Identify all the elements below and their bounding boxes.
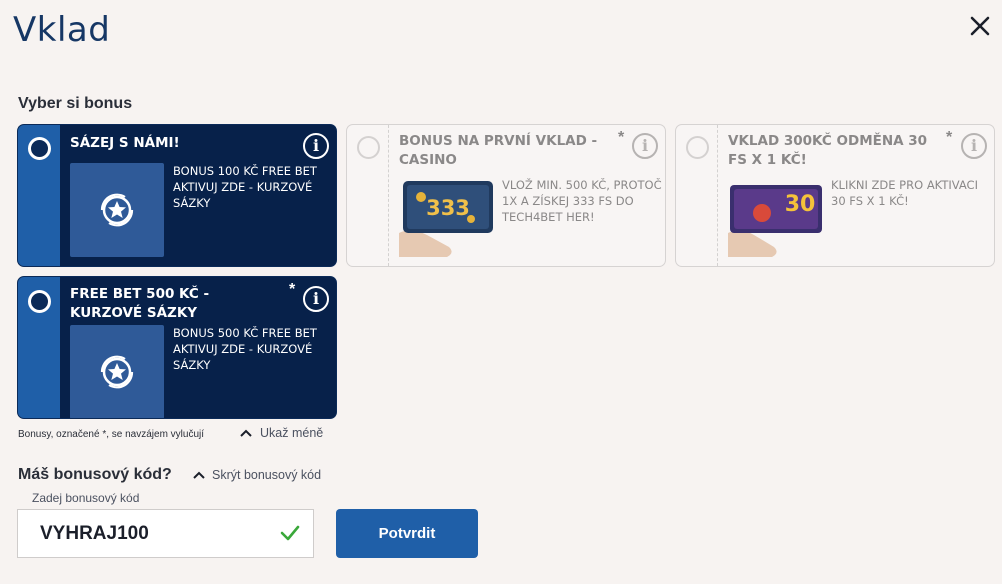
checkmark-icon (280, 525, 300, 541)
bonus-card-description: BONUS 500 KČ FREE BET AKTIVUJ ZDE - KURZ… (173, 326, 317, 372)
dialog-title: Vklad (13, 10, 111, 50)
info-icon[interactable]: i (303, 286, 329, 312)
bonus-code-heading: Máš bonusový kód? (18, 466, 172, 483)
bonus-section-label: Vyber si bonus (18, 95, 133, 112)
bonus-card-title: BONUS NA PRVNÍ VKLAD - CASINO (399, 133, 598, 168)
bonus-card-description: BONUS 100 KČ FREE BET AKTIVUJ ZDE - KURZ… (173, 164, 317, 210)
exclusive-mark: * (618, 129, 625, 146)
hide-bonus-code-label: Skrýt bonusový kód (212, 468, 322, 482)
bonus-image (70, 163, 164, 257)
slots-promo-label: 30 (785, 192, 816, 217)
bonus-card-free-bet-500[interactable]: FREE BET 500 KČ - KURZOVÉ SÁZKY * i BONU… (17, 276, 337, 419)
confirm-button[interactable]: Potvrdit (336, 509, 478, 558)
info-icon[interactable]: i (632, 133, 658, 159)
bonus-card-description: VLOŽ MIN. 500 KČ, PROTOČ 1X A ZÍSKEJ 333… (502, 178, 662, 224)
bonus-code-input[interactable] (17, 509, 314, 558)
casino-promo-image: 333 (399, 181, 493, 257)
bonus-radio[interactable] (28, 290, 51, 313)
bonus-radio[interactable] (357, 136, 380, 159)
exclusive-mark: * (946, 129, 953, 146)
bonus-card-description: KLIKNI ZDE PRO AKTIVACI 30 FS x 1 Kč! (831, 178, 978, 208)
slots-promo-image: 30 (728, 185, 822, 257)
bonus-card-title: VKLAD 300KČ ODMĚNA 30 FS x 1 Kč! (728, 133, 928, 168)
info-icon[interactable]: i (961, 133, 987, 159)
hide-bonus-code-toggle[interactable]: Skrýt bonusový kód (193, 468, 321, 482)
show-less-label: Ukaž méně (260, 426, 324, 440)
bonus-radio[interactable] (686, 136, 709, 159)
info-icon[interactable]: i (303, 133, 329, 159)
close-icon[interactable] (966, 12, 994, 40)
bonus-card-title: FREE BET 500 KČ - KURZOVÉ SÁZKY (70, 286, 210, 321)
show-less-toggle[interactable]: Ukaž méně (240, 426, 323, 440)
bonus-card-prvni-vklad-casino[interactable]: BONUS NA PRVNÍ VKLAD - CASINO * i 333 VL… (346, 124, 666, 267)
bonus-radio[interactable] (28, 137, 51, 160)
star-badge-icon (100, 355, 134, 389)
bonus-card-sazej-s-nami[interactable]: SÁZEJ S NÁMI! i BONUS 100 KČ FREE BET AK… (17, 124, 337, 267)
casino-promo-label: 333 (426, 196, 470, 220)
exclusive-bonus-note: Bonusy, označené *, se navzájem vylučují (18, 429, 205, 440)
bonus-card-title: SÁZEJ S NÁMI! (70, 135, 180, 151)
chevron-up-icon (240, 429, 252, 437)
bonus-image (70, 325, 164, 418)
exclusive-mark: * (289, 281, 296, 298)
bonus-code-field-label: Zadej bonusový kód (32, 491, 140, 505)
star-badge-icon (100, 193, 134, 227)
chevron-up-icon (193, 471, 205, 479)
bonus-card-vklad-300[interactable]: VKLAD 300KČ ODMĚNA 30 FS x 1 Kč! * i 30 … (675, 124, 995, 267)
